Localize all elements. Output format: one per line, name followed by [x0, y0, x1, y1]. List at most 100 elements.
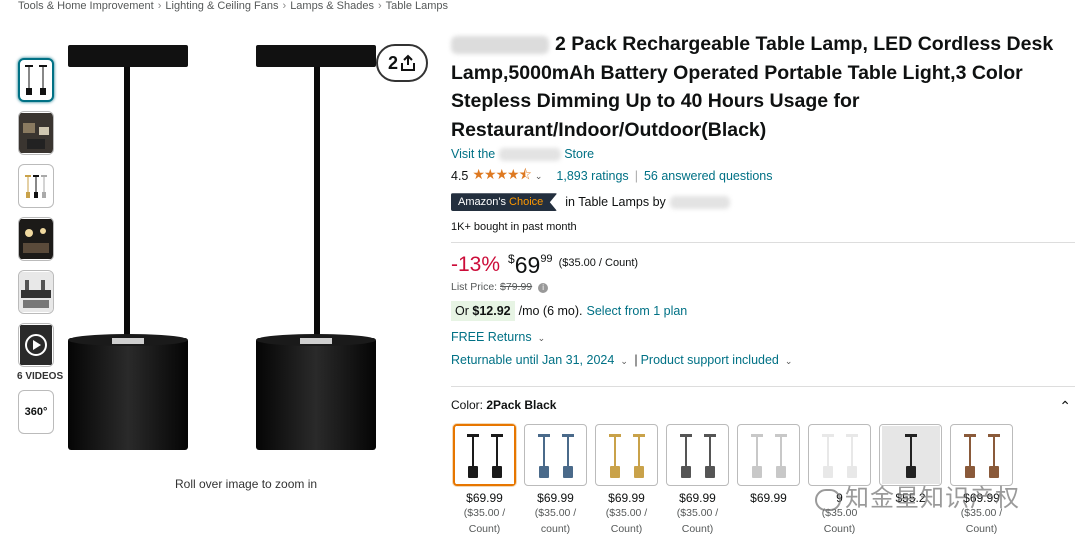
chevron-down-icon[interactable]: ⌄ [620, 356, 628, 366]
share-icon [401, 54, 415, 71]
free-returns-link[interactable]: FREE Returns ⌄ [451, 330, 1071, 344]
chevron-down-icon[interactable]: ⌄ [535, 171, 543, 182]
watermark: 知金星知识产权 [815, 478, 1020, 513]
swatch-image [524, 424, 587, 486]
thumbnail-1[interactable] [18, 58, 54, 102]
swatch-unit-price: Count) [681, 523, 714, 535]
product-support-link[interactable]: Product support included [641, 353, 779, 367]
store-link-suffix: Store [564, 147, 595, 161]
chevron-up-icon[interactable]: ⌃ [1059, 398, 1071, 415]
color-swatch-5[interactable]: $69.99 [737, 424, 800, 537]
amazons-choice-badge: Amazon's Choice [451, 193, 558, 212]
price-currency: $ [508, 252, 515, 267]
badge-choice-text: Choice [509, 196, 544, 209]
chevron-down-icon: ⌄ [537, 333, 546, 344]
zoom-hint: Roll over image to zoom in [175, 477, 318, 491]
divider: | [634, 169, 638, 184]
thumbnail-2[interactable] [18, 111, 54, 155]
swatch-unit-price: Count) [823, 523, 856, 535]
price-per-unit: ($35.00 / Count) [558, 257, 639, 270]
installment-plan: Or $12.92 /mo (6 mo). Select from 1 plan [451, 301, 1071, 322]
swatch-price: $69.99 [750, 491, 787, 505]
color-swatch-3[interactable]: $69.99 ($35.00 / Count) [595, 424, 658, 537]
list-price-value: $79.99 [500, 281, 533, 294]
color-label: Color: [451, 398, 484, 413]
divider [451, 242, 1075, 244]
breadcrumb-separator: › [282, 0, 287, 12]
swatch-image [453, 424, 516, 486]
price-block: -13% $6999 ($35.00 / Count) [451, 251, 1071, 279]
watermark-text: 知金星知识产权 [845, 485, 1020, 512]
selected-color: 2Pack Black [486, 398, 557, 413]
swatch-price: $69.99 [466, 491, 503, 505]
breadcrumb-item-lamps[interactable]: Lamps & Shades [290, 0, 374, 12]
breadcrumb-item-tools[interactable]: Tools & Home Improvement [18, 0, 154, 12]
divider: | [634, 353, 638, 368]
share-count: 2 [387, 52, 398, 73]
returns-support-row: Returnable until Jan 31, 2024 ⌄ | Product … [451, 353, 1071, 367]
chevron-down-icon[interactable]: ⌄ [785, 356, 793, 366]
list-price-label: List Price: [451, 281, 498, 294]
swatch-image [950, 424, 1013, 486]
plan-amount-highlight: Or $12.92 [451, 301, 515, 322]
swatch-price: $69.99 [537, 491, 574, 505]
swatch-image [879, 424, 942, 486]
choice-category-text[interactable]: in Table Lamps by [565, 195, 666, 209]
swatch-unit-price: count) [540, 523, 571, 535]
image-thumbnail-list: 6 VIDEOS 360° [17, 58, 64, 443]
share-button[interactable]: 2 [376, 44, 428, 82]
swatch-price: $69.99 [608, 491, 645, 505]
color-swatch-1[interactable]: $69.99 ($35.00 / Count) [453, 424, 516, 537]
breadcrumb: Tools & Home Improvement › Lighting & Ceil… [18, 0, 448, 12]
plan-or: Or [455, 304, 469, 319]
divider [451, 386, 1075, 388]
product-title: 2 Pack Rechargeable Table Lamp, LED Cord… [451, 30, 1071, 144]
thumbnail-3[interactable] [18, 164, 54, 208]
plan-term: /mo (6 mo). [518, 304, 583, 319]
current-price: $6999 [508, 251, 553, 279]
select-plan-link[interactable]: Select from 1 plan [587, 304, 688, 318]
bought-count: 1K+ bought in past month [451, 221, 577, 234]
brand-redacted [669, 195, 730, 209]
thumbnail-4[interactable] [18, 217, 54, 261]
list-price: List Price: $79.99 i [451, 281, 1071, 294]
main-product-image[interactable] [60, 34, 440, 454]
breadcrumb-separator: › [377, 0, 382, 12]
info-icon[interactable]: i [538, 283, 549, 294]
breadcrumb-item-lighting[interactable]: Lighting & Ceiling Fans [165, 0, 278, 12]
video-thumbnail[interactable] [18, 323, 54, 367]
color-selector-header[interactable]: Color: 2Pack Black ⌃ [451, 398, 1071, 415]
color-swatch-4[interactable]: $69.99 ($35.00 / Count) [666, 424, 729, 537]
videos-count-label: 6 VIDEOS [17, 371, 64, 382]
free-returns-text: FREE Returns [451, 330, 532, 345]
swatch-price: $69.99 [679, 491, 716, 505]
thumbnail-5[interactable] [18, 270, 54, 314]
swatch-unit-price: ($35.00 / [605, 507, 648, 519]
store-link-prefix: Visit the [451, 147, 496, 161]
swatch-unit-price: Count) [468, 523, 501, 535]
ratings-count-link[interactable]: 1,893 ratings [556, 169, 628, 183]
price-fraction: 99 [540, 253, 553, 266]
amazons-choice-row: Amazon's Choice in Table Lamps by [451, 193, 1071, 212]
product-details: 2 Pack Rechargeable Table Lamp, LED Cord… [451, 30, 1075, 415]
rating-value: 4.5 [451, 169, 469, 184]
discount-percent: -13% [451, 253, 501, 277]
returnable-link[interactable]: Returnable until Jan 31, 2024 [451, 353, 614, 367]
star-rating-icon[interactable]: ★★★★⯪ [472, 164, 531, 188]
color-swatch-2[interactable]: $69.99 ($35.00 / count) [524, 424, 587, 537]
swatch-unit-price: Count) [965, 523, 998, 535]
price-whole: 69 [514, 252, 541, 279]
store-link[interactable]: Visit the Store [451, 147, 1071, 162]
plan-amount: $12.92 [472, 304, 511, 319]
swatch-image [666, 424, 729, 486]
answered-questions-link[interactable]: 56 answered questions [644, 169, 773, 183]
breadcrumb-item-table-lamps[interactable]: Table Lamps [386, 0, 448, 12]
breadcrumb-separator: › [157, 0, 162, 12]
swatch-unit-price: Count) [610, 523, 643, 535]
brand-redacted [451, 35, 549, 54]
store-name-redacted [498, 148, 561, 162]
swatch-unit-price: ($35.00 / [463, 507, 506, 519]
swatch-unit-price: ($35.00 / [676, 507, 719, 519]
swatch-unit-price: ($35.00 / [534, 507, 577, 519]
spin-360-button[interactable]: 360° [18, 390, 54, 434]
